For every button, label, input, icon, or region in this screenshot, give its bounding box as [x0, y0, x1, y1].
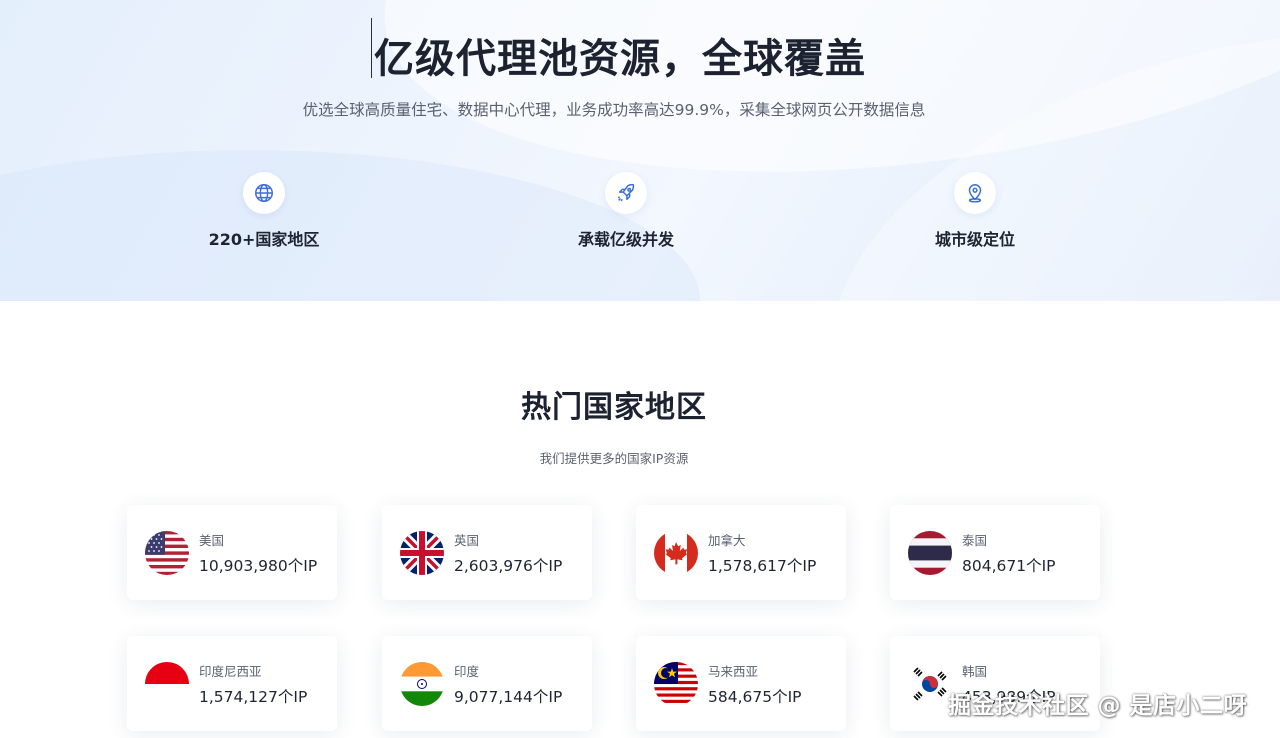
section-title: 热门国家地区	[521, 390, 707, 425]
country-name: 韩国	[962, 663, 988, 679]
country-name: 美国	[199, 532, 225, 548]
indonesia-flag-icon	[145, 661, 189, 706]
country-card-canada[interactable]: 加拿大 1,578,617个IP	[636, 505, 846, 600]
feature-label: 城市级定位	[934, 230, 1015, 249]
country-name: 加拿大	[708, 532, 746, 548]
country-name: 泰国	[962, 532, 988, 548]
country-name: 印度	[454, 663, 480, 679]
ip-count: 9,077,144个IP	[454, 687, 563, 706]
country-name: 马来西亚	[708, 663, 759, 679]
country-card-india[interactable]: 印度 9,077,144个IP	[382, 636, 592, 731]
feature-concurrency: 承载亿级并发	[526, 172, 726, 250]
country-card-thailand[interactable]: 泰国 804,671个IP	[890, 505, 1100, 600]
country-card-uk[interactable]: 英国 2,603,976个IP	[382, 505, 592, 600]
ip-count: 1,574,127个IP	[199, 687, 308, 706]
ip-count: 584,675个IP	[708, 687, 802, 706]
location-pin-icon	[954, 172, 996, 214]
korea-flag-icon	[908, 661, 952, 706]
ip-count: 804,671个IP	[962, 556, 1056, 575]
rocket-icon	[605, 172, 647, 214]
country-card-indonesia[interactable]: 印度尼西亚 1,574,127个IP	[127, 636, 337, 731]
feature-label: 承载亿级并发	[577, 230, 674, 249]
india-flag-icon	[400, 661, 444, 706]
globe-icon	[243, 172, 285, 214]
country-name: 英国	[454, 532, 480, 548]
ip-count: 2,603,976个IP	[454, 556, 563, 575]
country-card-us[interactable]: 美国 10,903,980个IP	[127, 505, 337, 600]
hero-subtitle: 优选全球高质量住宅、数据中心代理，业务成功率高达99.9%，采集全球网页公开数据…	[302, 101, 926, 119]
hero-title: 亿级代理池资源，全球覆盖	[374, 36, 866, 82]
feature-label: 220+国家地区	[208, 230, 320, 249]
ip-count: 10,903,980个IP	[199, 556, 318, 575]
malaysia-flag-icon	[654, 661, 698, 706]
uk-flag-icon	[400, 530, 444, 575]
ip-count: 1,578,617个IP	[708, 556, 817, 575]
country-name: 印度尼西亚	[199, 663, 262, 679]
country-card-malaysia[interactable]: 马来西亚 584,675个IP	[636, 636, 846, 731]
feature-city-location: 城市级定位	[875, 172, 1075, 250]
section-subtitle: 我们提供更多的国家IP资源	[539, 451, 689, 466]
thailand-flag-icon	[908, 530, 952, 575]
watermark: 掘金技术社区 @ 是店小二呀	[948, 693, 1248, 719]
canada-flag-icon	[654, 530, 698, 575]
feature-countries: 220+国家地区	[164, 172, 364, 250]
us-flag-icon	[145, 530, 189, 575]
